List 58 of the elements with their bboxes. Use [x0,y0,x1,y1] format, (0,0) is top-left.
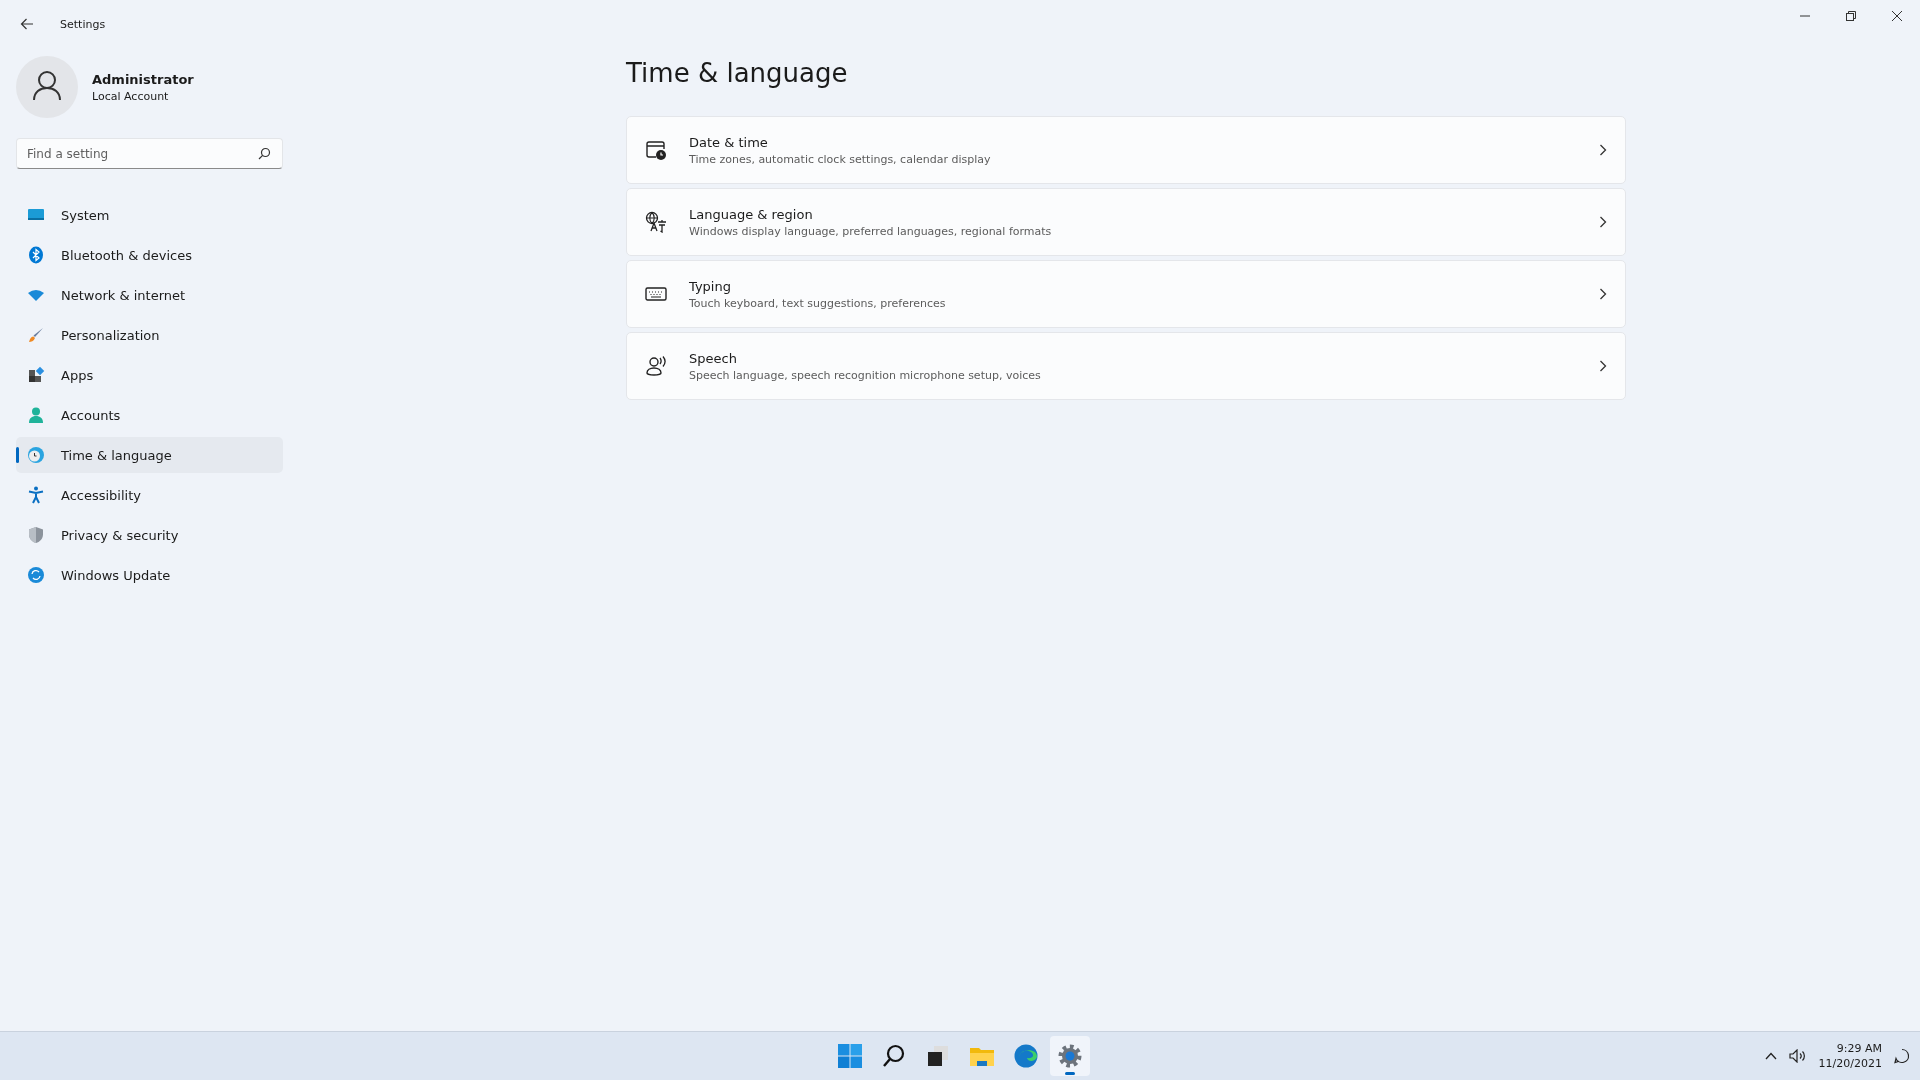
chevron-up-icon[interactable] [1764,1052,1777,1060]
avatar-icon [16,56,78,118]
gear-icon [1057,1043,1083,1069]
page-title: Time & language [626,58,849,90]
windows-logo-icon [837,1043,863,1069]
card-description: Time zones, automatic clock settings, calendar display [689,152,992,166]
sidebar-item[interactable]: Windows Update [16,557,283,593]
sidebar-item[interactable]: Network & internet [16,277,283,313]
settings-card[interactable]: Date & time Time zones, automatic clock settings, calendar display [626,116,1626,184]
calendar-clock-icon [645,139,667,161]
sidebar-item[interactable]: Apps [16,357,283,393]
settings-button[interactable] [1050,1036,1090,1076]
sidebar-item[interactable]: Privacy & security [16,517,283,553]
language-icon [645,211,667,233]
window-title: Settings [60,17,106,31]
sidebar-item[interactable]: Bluetooth & devices [16,237,283,273]
card-title: Typing [689,278,732,294]
chevron-icon [1599,216,1607,228]
person-icon [27,406,45,424]
globe-clock-icon [27,446,45,464]
sidebar-item[interactable]: Accessibility [16,477,283,513]
card-description: Touch keyboard, text suggestions, preferences [689,296,947,310]
sidebar-item[interactable]: Accounts [16,397,283,433]
settings-card[interactable]: Speech Speech language, speech recognition microphone setup, voices [626,332,1626,400]
card-title: Speech [689,350,738,366]
back-arrow-icon [20,17,34,31]
clock-date[interactable]: 11/20/2021 [1818,1056,1882,1071]
speaking-person-icon [645,355,667,377]
browser-icon [1013,1043,1039,1069]
chevron-icon [1599,144,1607,156]
card-description: Speech language, speech recognition microphone setup, voices [689,368,1042,382]
search-field[interactable]: Find a setting [16,138,283,169]
card-description: Windows display language, preferred languages, regional formats [689,224,1053,238]
settings-card[interactable]: Language & region Windows display language, preferred languages, regional formats [626,188,1626,256]
search-icon [881,1043,907,1069]
notification-icon[interactable] [1894,1048,1910,1064]
close-icon [1892,11,1902,21]
sidebar-item[interactable]: Time & language [16,437,283,473]
brush-icon [27,326,45,344]
sidebar-item[interactable]: Personalization [16,317,283,353]
bluetooth-icon [27,246,45,264]
update-icon [27,566,45,584]
volume-icon[interactable] [1788,1049,1807,1063]
search-icon [258,147,271,160]
card-title: Date & time [689,134,769,150]
accessibility-icon [27,486,45,504]
restore-icon [1846,11,1856,21]
clock-time[interactable]: 9:29 AM [1836,1041,1882,1056]
task-view-icon [925,1043,951,1069]
chevron-icon [1599,288,1607,300]
chevron-icon [1599,360,1607,372]
account-name: Administrator [92,71,194,87]
settings-card[interactable]: Typing Touch keyboard, text suggestions, preferences [626,260,1626,328]
shield-icon [27,526,45,544]
apps-icon [27,366,45,384]
card-title: Language & region [689,206,814,222]
account-type: Local Account [92,89,170,103]
sidebar-item[interactable]: System [16,197,283,233]
